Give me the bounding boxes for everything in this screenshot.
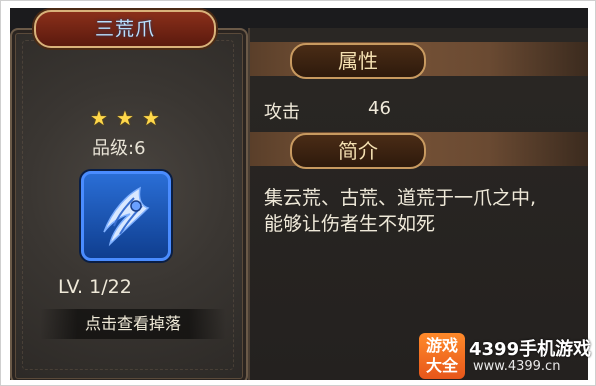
star-icon: ★ — [90, 106, 108, 130]
intro-header: 简介 — [290, 133, 426, 169]
claw-weapon-icon — [103, 186, 150, 247]
watermark-logo: 游戏 大全 — [419, 333, 465, 379]
star-icon: ★ — [116, 106, 134, 130]
logo-text: 大全 — [425, 356, 458, 375]
logo-text: 游戏 — [425, 336, 458, 355]
item-level: LV. 1/22 — [58, 276, 132, 298]
watermark-brand: 4399手机游戏 — [469, 339, 592, 360]
watermark: 游戏 大全 4399手机游戏 www.4399.cn — [419, 327, 591, 379]
item-title-plate: 三荒爪 — [34, 10, 216, 48]
attributes-header: 属性 — [290, 43, 426, 79]
star-icon: ★ — [142, 106, 160, 130]
item-card: ★ ★ ★ 品级:6 LV. 1/22 点击查看掉落 — [10, 28, 248, 380]
star-rating: ★ ★ ★ — [90, 108, 162, 128]
attribute-row-attack: 攻击 46 — [264, 98, 391, 124]
watermark-url: www.4399.cn — [473, 359, 561, 374]
grade-value: 6 — [134, 138, 146, 159]
attribute-value: 46 — [368, 98, 391, 119]
item-grade: 品级:6 — [92, 134, 146, 160]
item-icon-slot[interactable] — [81, 171, 171, 261]
game-screen: ★ ★ ★ 品级:6 LV. 1/22 点击查看掉落 三荒爪 属性 攻击 46 … — [10, 8, 588, 380]
intro-title: 简介 — [338, 139, 378, 163]
grade-label: 品级: — [92, 138, 135, 159]
attribute-label: 攻击 — [264, 102, 300, 123]
attributes-title: 属性 — [338, 49, 378, 73]
view-drops-button[interactable]: 点击查看掉落 — [40, 309, 226, 339]
item-name: 三荒爪 — [94, 18, 155, 40]
item-description: 集云荒、古荒、道荒于一爪之中, 能够让伤者生不如死 — [264, 185, 574, 237]
description-line: 能够让伤者生不如死 — [264, 213, 436, 235]
screenshot-frame: ★ ★ ★ 品级:6 LV. 1/22 点击查看掉落 三荒爪 属性 攻击 46 … — [0, 0, 596, 386]
description-line: 集云荒、古荒、道荒于一爪之中, — [264, 187, 537, 209]
